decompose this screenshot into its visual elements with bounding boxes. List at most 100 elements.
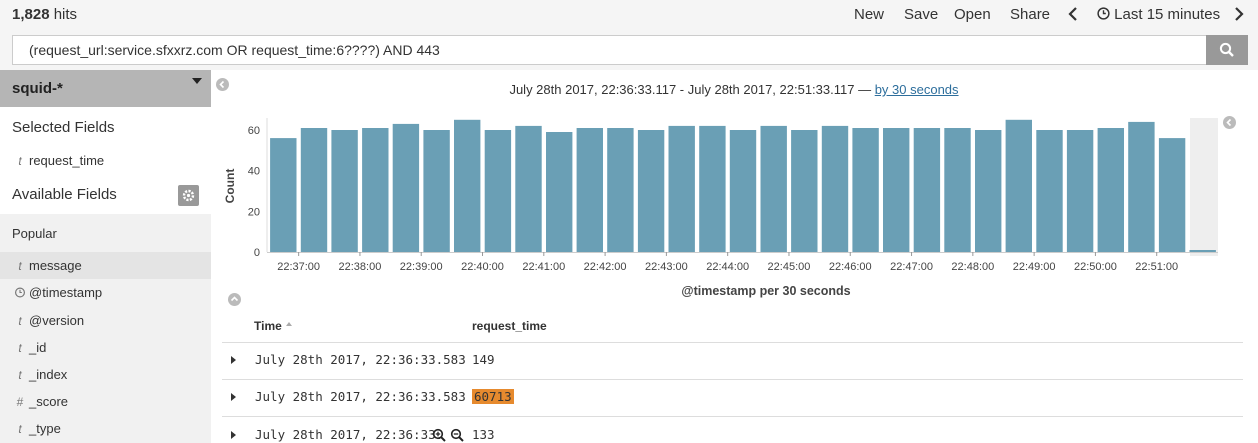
field-score[interactable]: # _score [0, 388, 211, 415]
histogram-bar[interactable] [975, 130, 1002, 252]
histogram-bar[interactable] [423, 130, 450, 252]
x-tick-label: 22:42:00 [584, 261, 627, 273]
histogram-bar[interactable] [760, 125, 787, 252]
time-range-text: July 28th 2017, 22:36:33.117 - July 28th… [509, 82, 872, 97]
histogram-bar[interactable] [852, 128, 879, 252]
field-index[interactable]: t _index [0, 361, 211, 388]
string-type-icon: t [18, 422, 22, 436]
histogram-bar[interactable] [1005, 119, 1032, 252]
histogram-bar[interactable] [729, 130, 757, 252]
clock-icon [15, 287, 25, 298]
expand-row-caret[interactable] [231, 356, 236, 364]
x-tick-label: 22:51:00 [1135, 261, 1178, 273]
sort-up-icon[interactable] [285, 320, 293, 328]
gear-icon [182, 189, 195, 202]
field-name: _id [29, 340, 47, 355]
field-settings-button[interactable] [178, 185, 199, 206]
clock-icon [1097, 7, 1110, 20]
row-time: July 28th 2017, 22:36:33.583 [255, 352, 466, 367]
histogram-bar[interactable] [791, 130, 818, 252]
hits-label: hits [53, 6, 78, 23]
search-input[interactable]: (request_url:service.sfxxrz.com OR reque… [12, 35, 1206, 65]
time-picker-button[interactable]: Last 15 minutes [1097, 6, 1220, 23]
histogram-bar[interactable] [331, 130, 358, 252]
time-forward-button[interactable] [1234, 6, 1244, 26]
chevron-right-icon [1235, 7, 1244, 21]
y-axis: 0 20 40 60 [248, 118, 268, 259]
chart-legend-toggle[interactable] [1223, 116, 1236, 129]
zoom-in-icon[interactable] [432, 428, 446, 442]
x-tick-label: 22:50:00 [1074, 261, 1117, 273]
histogram-bar[interactable] [1066, 130, 1094, 252]
field-id[interactable]: t _id [0, 334, 211, 361]
top-bar: 1,828 hits New Save Open Share Last 15 m… [0, 0, 1258, 30]
expand-row-caret[interactable] [231, 393, 236, 401]
save-button[interactable]: Save [904, 6, 938, 23]
histogram-bar[interactable] [270, 138, 297, 252]
new-button[interactable]: New [854, 6, 884, 23]
row-time: July 28th 2017, 22:36:33.583 [255, 389, 466, 404]
y-tick-label: 60 [248, 125, 260, 137]
histogram-bar[interactable] [300, 128, 328, 252]
x-tick-label: 22:40:00 [461, 261, 504, 273]
histogram-bar[interactable] [913, 128, 941, 252]
histogram-bar[interactable] [515, 125, 542, 252]
open-button[interactable]: Open [954, 6, 991, 23]
field-type[interactable]: t _type [0, 415, 211, 442]
column-header-request-time[interactable]: request_time [472, 319, 547, 333]
field-name: _type [29, 421, 61, 436]
field-timestamp[interactable]: @timestamp [0, 279, 211, 306]
histogram-bar[interactable] [546, 132, 573, 252]
histogram-bar[interactable] [576, 128, 603, 252]
share-button[interactable]: Share [1010, 6, 1050, 23]
zoom-out-icon[interactable] [450, 428, 464, 442]
x-tick-label: 22:39:00 [400, 261, 443, 273]
collapse-chart-button[interactable] [228, 293, 241, 306]
popular-heading: Popular [12, 226, 57, 241]
row-request-time: 133 [472, 427, 495, 442]
time-back-button[interactable] [1068, 6, 1078, 26]
histogram-bar[interactable] [944, 128, 971, 252]
histogram-bar[interactable] [1128, 121, 1155, 253]
chevron-left-icon [1226, 118, 1232, 127]
row-time: July 28th 2017, 22:36:33. [255, 427, 444, 442]
histogram-bar[interactable] [699, 125, 726, 252]
x-axis: 22:37:00 22:38:00 22:39:00 22:40:00 22:41:00… [267, 252, 1218, 273]
search-button[interactable] [1206, 35, 1248, 65]
expand-row-caret[interactable] [231, 431, 236, 439]
histogram-time-range: July 28th 2017, 22:36:33.117 - July 28th… [0, 82, 1258, 97]
selected-field-request-time[interactable]: t request_time [0, 147, 211, 174]
y-tick-label: 20 [248, 206, 260, 218]
column-header-time[interactable]: Time [254, 319, 293, 333]
x-tick-label: 22:38:00 [339, 261, 382, 273]
histogram-bar[interactable] [1158, 138, 1186, 252]
histogram-bar[interactable] [1189, 250, 1216, 252]
table-divider [222, 342, 1243, 343]
x-tick-label: 22:46:00 [829, 261, 872, 273]
histogram-bar[interactable] [637, 130, 665, 252]
histogram-bar[interactable] [454, 119, 481, 252]
histogram-bar[interactable] [1036, 130, 1063, 252]
string-type-icon: t [18, 368, 22, 382]
histogram-bar[interactable] [668, 125, 695, 252]
bars [270, 119, 1216, 253]
search-icon [1219, 42, 1234, 57]
field-name: @timestamp [29, 285, 103, 300]
histogram-bar[interactable] [1097, 128, 1124, 252]
y-tick-label: 0 [254, 247, 260, 259]
x-tick-label: 22:47:00 [890, 261, 933, 273]
histogram-bar[interactable] [362, 128, 389, 252]
field-name: _score [29, 394, 69, 409]
field-version[interactable]: t @version [0, 307, 211, 334]
chevron-left-icon [1068, 7, 1077, 21]
row-request-time-highlighted: 60713 [472, 389, 514, 404]
interval-link[interactable]: by 30 seconds [875, 82, 959, 97]
histogram-bar[interactable] [821, 125, 849, 252]
histogram-bar[interactable] [392, 123, 420, 253]
available-fields-heading: Available Fields [12, 186, 117, 203]
field-name: _index [29, 367, 68, 382]
field-message[interactable]: t message [0, 252, 211, 279]
histogram-bar[interactable] [484, 130, 512, 252]
histogram-bar[interactable] [607, 128, 634, 252]
histogram-bar[interactable] [883, 128, 910, 252]
